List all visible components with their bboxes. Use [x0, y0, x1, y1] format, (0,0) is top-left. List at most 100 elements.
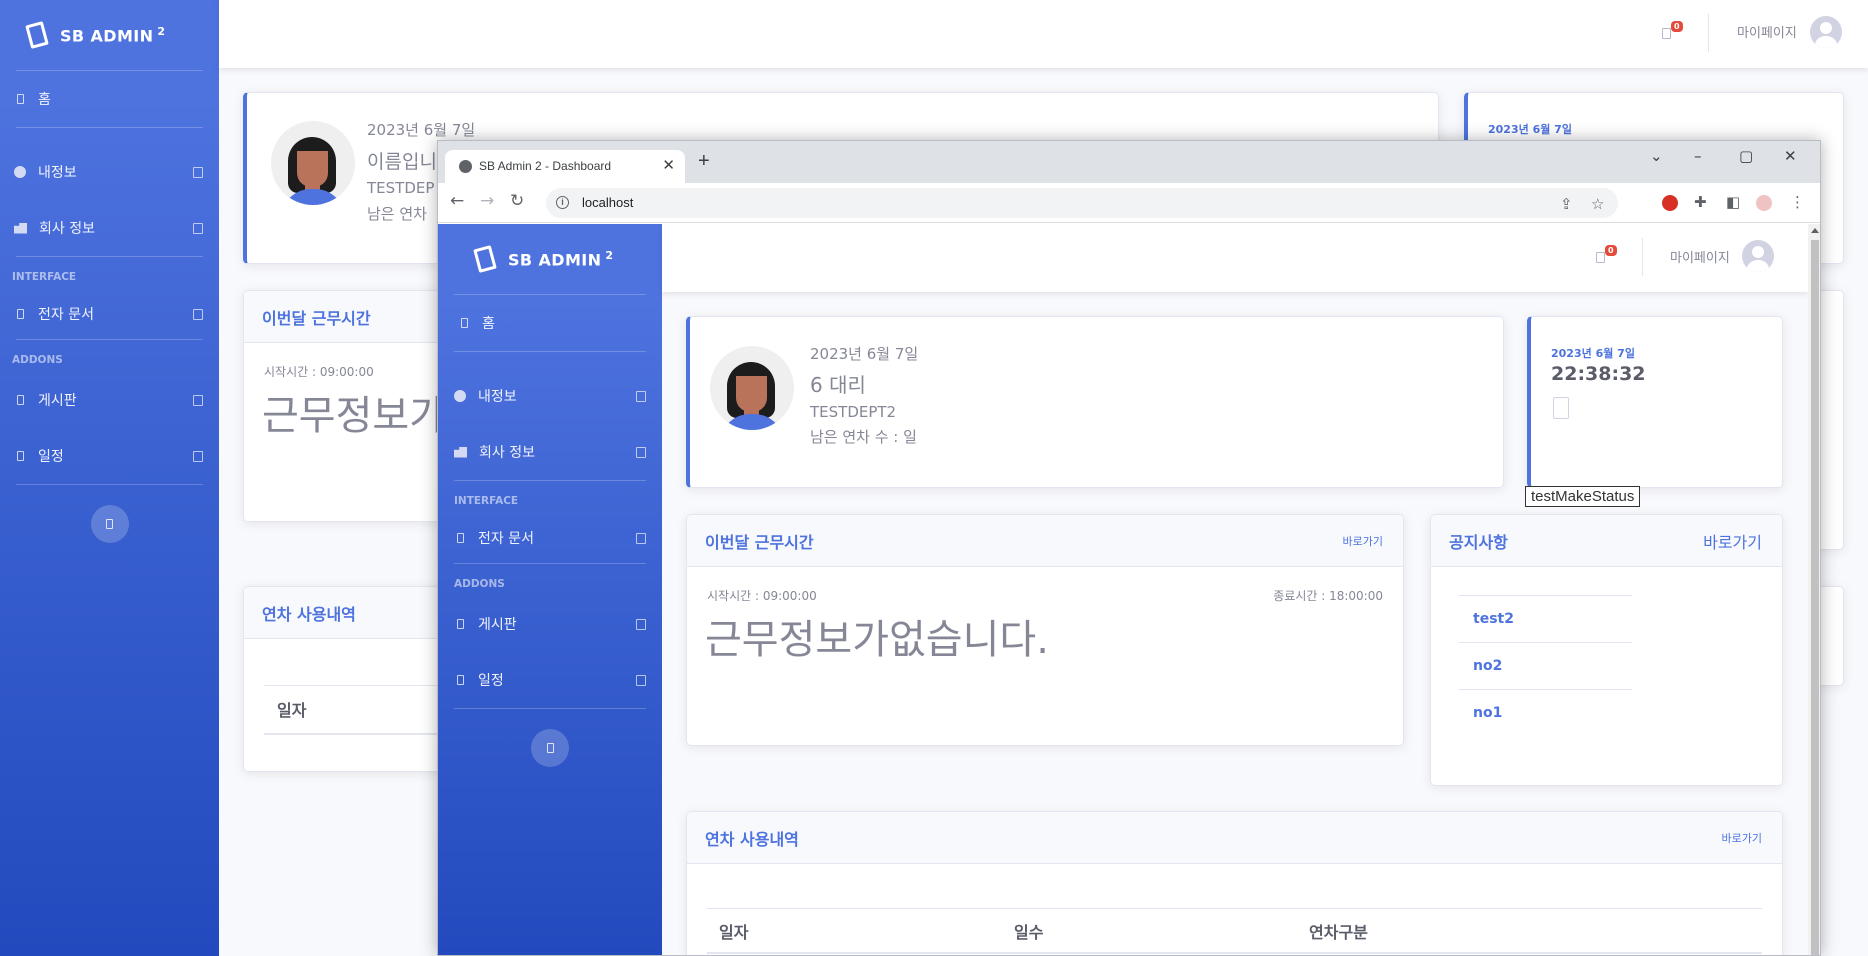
chevron-right-icon [193, 222, 203, 234]
address-bar[interactable]: i localhost ⇪ ☆ [546, 188, 1618, 218]
user-avatar[interactable] [1810, 16, 1842, 48]
notice-more-link[interactable]: 바로가기 [1703, 529, 1762, 553]
sidebar-item-documents[interactable]: 전자 문서 [0, 289, 219, 339]
sidebar-item-label: 게시판 [478, 617, 517, 633]
sidebar-item-myinfo[interactable]: 내정보 [438, 368, 662, 424]
brand-name: SB ADMIN [60, 26, 154, 46]
sidebar-item-home[interactable]: 홈 [438, 295, 662, 351]
work-empty: 근무정보가 [262, 393, 446, 439]
notice-item[interactable]: no2 [1459, 642, 1632, 689]
building-icon [454, 446, 467, 458]
close-window-button[interactable]: ✕ [1784, 147, 1797, 165]
card-title: 이번달 근무시간 [262, 308, 371, 328]
calendar-icon [17, 451, 24, 461]
profile-leave: 남은 연차 [367, 205, 427, 223]
divider [454, 708, 646, 709]
work-end: 종료시간 : 18:00:00 [1273, 589, 1383, 603]
back-icon[interactable]: ← [450, 191, 464, 211]
sidebar-item-label: 게시판 [38, 393, 77, 409]
scroll-up-icon[interactable] [1811, 228, 1819, 233]
worktime-more-link[interactable]: 바로가기 [1343, 533, 1383, 549]
status-icon[interactable] [1553, 397, 1569, 419]
bg-sidebar: SB ADMIN 2 홈 내정보 회사 정보 INTERFACE 전자 문서 AD… [0, 0, 219, 956]
brand-logo-icon [25, 21, 49, 49]
tab-close-icon[interactable]: ✕ [662, 156, 675, 174]
tab-search-icon[interactable]: ⌄ [1650, 147, 1663, 165]
sidebar-heading-interface: INTERFACE [454, 495, 519, 507]
url-text[interactable]: localhost [582, 195, 633, 210]
sidebar-item-company[interactable]: 회사 정보 [0, 200, 219, 256]
chevron-left-icon [106, 519, 113, 529]
card-title: 이번달 근무시간 [705, 532, 814, 552]
sidebar-item-label: 홈 [38, 92, 51, 108]
maximize-button[interactable]: ▢ [1739, 147, 1753, 165]
tab-title: SB Admin 2 - Dashboard [479, 159, 612, 173]
document-icon [17, 309, 24, 319]
address-bar-row: ← → ↻ i localhost ⇪ ☆ ✚ ◧ ⋮ [438, 183, 1820, 223]
sidebar-item-label: 내정보 [38, 165, 77, 181]
sidebar-item-documents[interactable]: 전자 문서 [438, 513, 662, 563]
user-circle-icon [454, 390, 466, 402]
sidebar-item-label: 전자 문서 [478, 531, 534, 547]
puzzle-extensions-icon[interactable]: ✚ [1694, 193, 1707, 211]
share-icon[interactable]: ⇪ [1560, 195, 1573, 213]
chevron-right-icon [636, 390, 646, 402]
sidebar-item-schedule[interactable]: 일정 [438, 652, 662, 708]
fg-sidebar: SB ADMIN 2 홈 내정보 회사 정보 INTERFACE 전자 문서 A… [438, 224, 662, 955]
user-name[interactable]: 마이페이지 [1737, 22, 1797, 41]
bg-brand[interactable]: SB ADMIN 2 [0, 0, 219, 70]
menu-kebab-icon[interactable]: ⋮ [1790, 193, 1805, 211]
extension-red-icon[interactable] [1662, 195, 1678, 211]
sidebar-item-home[interactable]: 홈 [0, 71, 219, 127]
site-info-icon[interactable]: i [556, 196, 569, 209]
sidebar-item-label: 홈 [482, 316, 495, 332]
minimize-button[interactable]: – [1694, 147, 1702, 165]
brand-logo-icon [473, 245, 497, 273]
clock-date: 2023년 6월 7일 [1488, 123, 1572, 136]
topbar-divider [1708, 14, 1709, 52]
notice-item[interactable]: no1 [1459, 689, 1632, 736]
bookmark-star-icon[interactable]: ☆ [1591, 195, 1604, 213]
reload-icon[interactable]: ↻ [510, 191, 524, 211]
vertical-scrollbar[interactable] [1808, 224, 1820, 955]
forward-icon[interactable]: → [480, 191, 494, 211]
leave-table-header: 일자 일수 연차구분 [707, 908, 1762, 954]
bell-icon[interactable] [1596, 252, 1605, 263]
clock-card: 2023년 6월 7일 22:38:32 [1527, 316, 1783, 488]
sidebar-toggle-button[interactable] [531, 729, 569, 767]
sidebar-item-schedule[interactable]: 일정 [0, 428, 219, 484]
user-circle-icon [14, 166, 26, 178]
alert-badge: 0 [1605, 245, 1617, 256]
chevron-right-icon [193, 394, 203, 406]
chevron-right-icon [636, 618, 646, 630]
home-icon [17, 94, 24, 104]
calendar-icon [457, 675, 464, 685]
document-icon [457, 533, 464, 543]
browser-tab[interactable]: SB Admin 2 - Dashboard ✕ [445, 150, 685, 183]
card-title: 연차 사용내역 [262, 604, 356, 624]
leave-more-link[interactable]: 바로가기 [1722, 830, 1762, 846]
bg-topbar: 0 마이페이지 [219, 0, 1868, 68]
sidebar-heading-interface: INTERFACE [12, 271, 77, 283]
profile-name: 이름입니 [367, 151, 437, 173]
sidebar-item-board[interactable]: 게시판 [438, 596, 662, 652]
user-name[interactable]: 마이페이지 [1670, 247, 1730, 266]
sidebar-item-label: 회사 정보 [39, 221, 95, 237]
fg-brand[interactable]: SB ADMIN 2 [438, 224, 662, 294]
sidebar-item-label: 전자 문서 [38, 307, 94, 323]
profile-date: 2023년 6월 7일 [367, 121, 476, 139]
bell-icon[interactable] [1662, 28, 1671, 39]
user-avatar[interactable] [1742, 240, 1774, 272]
scroll-thumb[interactable] [1811, 240, 1819, 955]
sidebar-item-myinfo[interactable]: 내정보 [0, 144, 219, 200]
sidebar-item-board[interactable]: 게시판 [0, 372, 219, 428]
profile-icon[interactable] [1756, 195, 1772, 211]
leave-history-card: 연차 사용내역 바로가기 일자 일수 연차구분 [686, 811, 1783, 955]
brand-sup: 2 [605, 248, 614, 262]
sidebar-item-company[interactable]: 회사 정보 [438, 424, 662, 480]
notice-item[interactable]: test2 [1459, 595, 1632, 642]
sidebar-toggle-button[interactable] [90, 505, 129, 543]
card-title: 연차 사용내역 [705, 829, 799, 849]
side-panel-icon[interactable]: ◧ [1726, 193, 1740, 211]
new-tab-button[interactable]: + [698, 150, 710, 173]
